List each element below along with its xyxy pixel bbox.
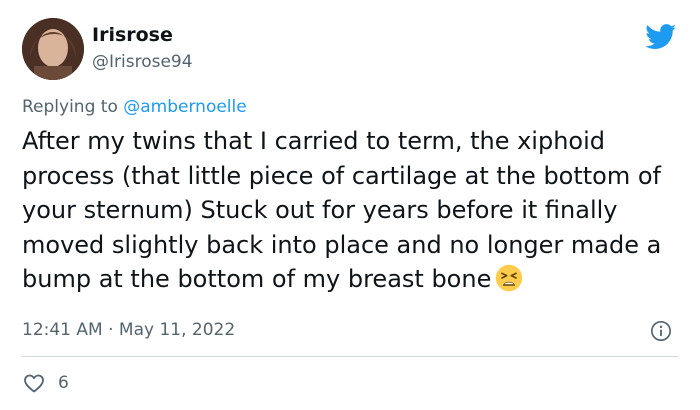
tweet-body: After my twins that I carried to term, t…: [22, 127, 662, 293]
display-name[interactable]: Irisrose: [92, 24, 173, 46]
twitter-bird-icon[interactable]: [645, 24, 677, 50]
tweet-time: 12:41 AM: [22, 320, 103, 340]
divider: [22, 356, 678, 357]
like-count: 6: [58, 373, 69, 393]
info-icon[interactable]: [650, 320, 672, 342]
reply-mention-link[interactable]: @ambernoelle: [123, 97, 246, 117]
meta-separator: ·: [102, 320, 119, 340]
avatar-photo: [22, 18, 84, 80]
tired-face-emoji-icon: [496, 264, 523, 292]
like-button[interactable]: 6: [22, 370, 69, 396]
heart-icon: [24, 374, 44, 393]
user-handle[interactable]: @Irisrose94: [92, 52, 193, 72]
avatar[interactable]: [22, 18, 84, 80]
tweet-text: After my twins that I carried to term, t…: [22, 124, 682, 297]
replying-prefix: Replying to: [22, 97, 124, 117]
replying-to: Replying to @ambernoelle: [22, 97, 247, 117]
tweet-timestamp[interactable]: 12:41 AM · May 11, 2022: [22, 320, 235, 340]
tweet-date: May 11, 2022: [118, 320, 236, 340]
